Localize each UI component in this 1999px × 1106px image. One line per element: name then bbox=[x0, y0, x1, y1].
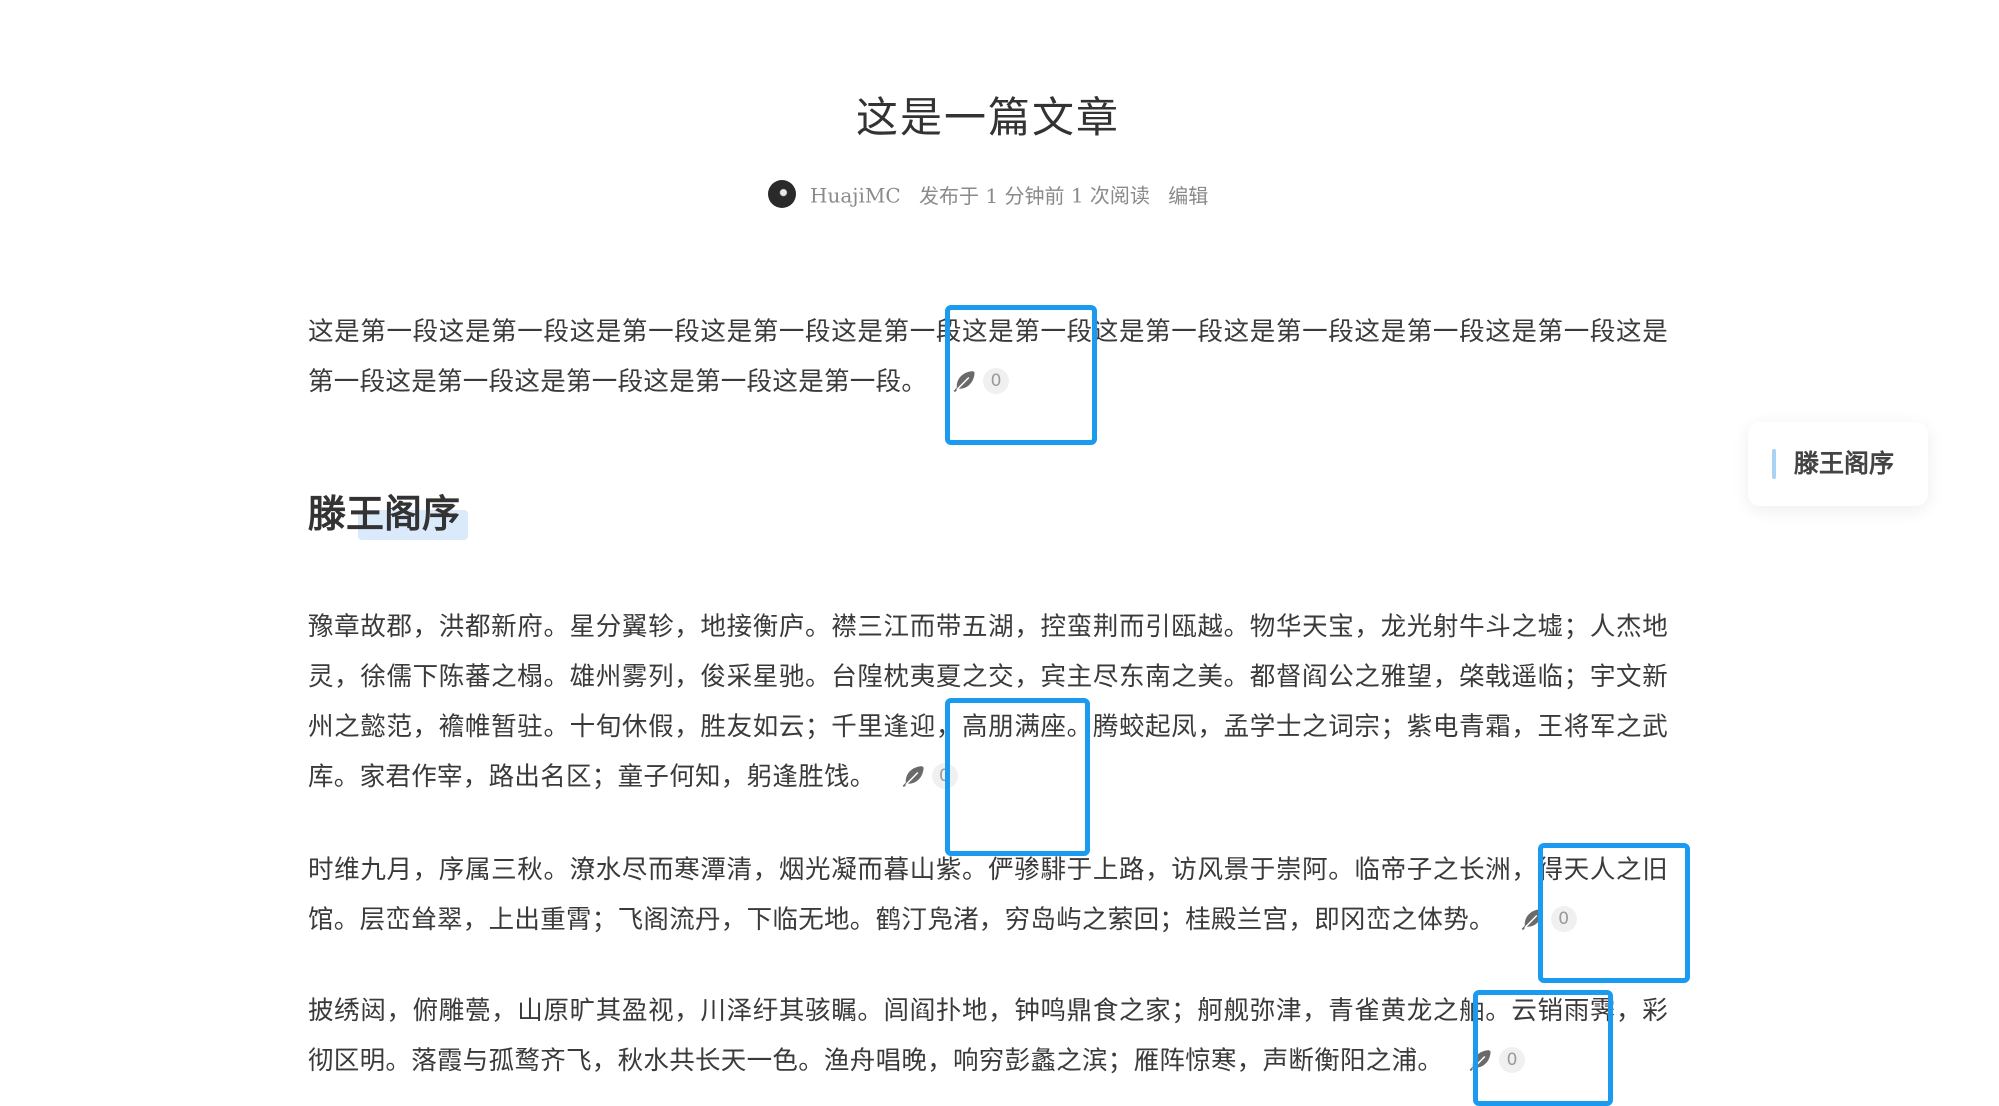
article-meta: HuajiMC 发布于 1 分钟前 1 次阅读 编辑 bbox=[308, 178, 1668, 212]
comment-count-badge: 0 bbox=[931, 763, 958, 789]
paragraph-text: 披绣闼，俯雕甍，山原旷其盈视，川泽纡其骇瞩。闾阎扑地，钟鸣鼎食之家；舸舰弥津，青… bbox=[308, 996, 1668, 1076]
comment-button[interactable]: 0 bbox=[898, 762, 958, 790]
comment-button[interactable]: 0 bbox=[1465, 1046, 1526, 1074]
paragraph: 这是第一段这是第一段这是第一段这是第一段这是第一段这是第一段这是第一段这是第一段… bbox=[308, 307, 1668, 407]
feather-icon bbox=[1521, 909, 1543, 931]
comment-button[interactable]: 0 bbox=[1517, 905, 1577, 933]
paragraph: 豫章故郡，洪都新府。星分翼轸，地接衡庐。襟三江而带五湖，控蛮荆而引瓯越。物华天宝… bbox=[308, 602, 1668, 802]
avatar[interactable] bbox=[767, 179, 796, 208]
comment-button[interactable]: 0 bbox=[949, 367, 1010, 395]
comment-count-badge: 0 bbox=[983, 368, 1010, 394]
published-time: 发布于 1 分钟前 bbox=[919, 183, 1065, 208]
paragraph-text: 时维九月，序属三秋。潦水尽而寒潭清，烟光凝而暮山紫。俨骖騑于上路，访风景于崇阿。… bbox=[308, 855, 1668, 935]
feather-icon bbox=[1469, 1050, 1491, 1072]
toc-item-tengwangge[interactable]: 滕王阁序 bbox=[1794, 444, 1894, 484]
comment-count-badge: 0 bbox=[1550, 906, 1577, 932]
paragraph-text: 豫章故郡，洪都新府。星分翼轸，地接衡庐。襟三江而带五湖，控蛮荆而引瓯越。物华天宝… bbox=[308, 612, 1668, 792]
read-count: 1 次阅读 bbox=[1070, 183, 1150, 208]
article-title: 这是一篇文章 bbox=[855, 93, 1120, 142]
edit-link[interactable]: 编辑 bbox=[1168, 184, 1208, 208]
feather-icon bbox=[902, 766, 924, 788]
author-name[interactable]: HuajiMC bbox=[810, 184, 901, 208]
feather-icon bbox=[953, 371, 975, 393]
section-heading: 滕王阁序 bbox=[308, 492, 461, 536]
paragraph: 时维九月，序属三秋。潦水尽而寒潭清，烟光凝而暮山紫。俨骖騑于上路，访风景于崇阿。… bbox=[308, 845, 1668, 945]
toc-active-indicator bbox=[1772, 449, 1776, 479]
paragraph: 披绣闼，俯雕甍，山原旷其盈视，川泽纡其骇瞩。闾阎扑地，钟鸣鼎食之家；舸舰弥津，青… bbox=[308, 986, 1668, 1086]
table-of-contents: 滕王阁序 bbox=[1748, 422, 1928, 506]
comment-count-badge: 0 bbox=[1499, 1047, 1526, 1073]
